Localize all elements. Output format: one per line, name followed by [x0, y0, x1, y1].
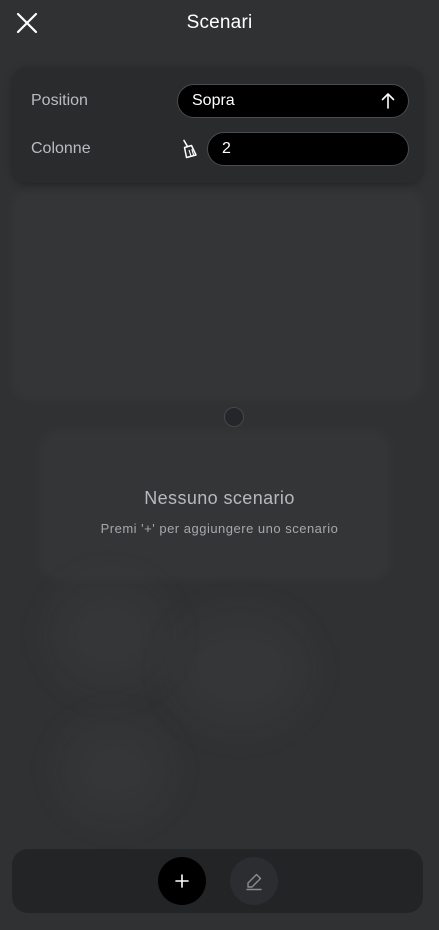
background-ghost-panel	[12, 190, 423, 400]
pencil-icon	[246, 873, 262, 891]
background-ghost-blob	[50, 580, 170, 690]
position-select[interactable]: Sopra	[177, 84, 409, 118]
broom-icon[interactable]	[180, 139, 198, 159]
add-scenario-button[interactable]	[158, 857, 206, 905]
columns-label: Colonne	[31, 140, 91, 157]
loading-indicator	[224, 407, 244, 427]
background-ghost-blob	[60, 720, 170, 820]
page-title: Scenari	[186, 12, 253, 33]
empty-state-title: Nessuno scenario	[144, 488, 295, 508]
bottom-action-bar	[12, 849, 423, 913]
settings-card: Position Sopra Colonne 2	[12, 67, 423, 183]
plus-icon	[175, 874, 189, 888]
position-value: Sopra	[192, 92, 235, 109]
edit-scenarios-button[interactable]	[230, 857, 278, 905]
arrow-up-icon[interactable]	[379, 92, 397, 110]
empty-state-subtitle: Premi '+' per aggiungere uno scenario	[100, 521, 339, 536]
scenarios-screen: Scenari Position Sopra Colonne 2 Nessuno…	[0, 0, 439, 930]
background-ghost-blob	[170, 610, 310, 730]
columns-value: 2	[222, 140, 231, 157]
position-label: Position	[31, 92, 88, 109]
columns-input[interactable]: 2	[207, 132, 409, 166]
